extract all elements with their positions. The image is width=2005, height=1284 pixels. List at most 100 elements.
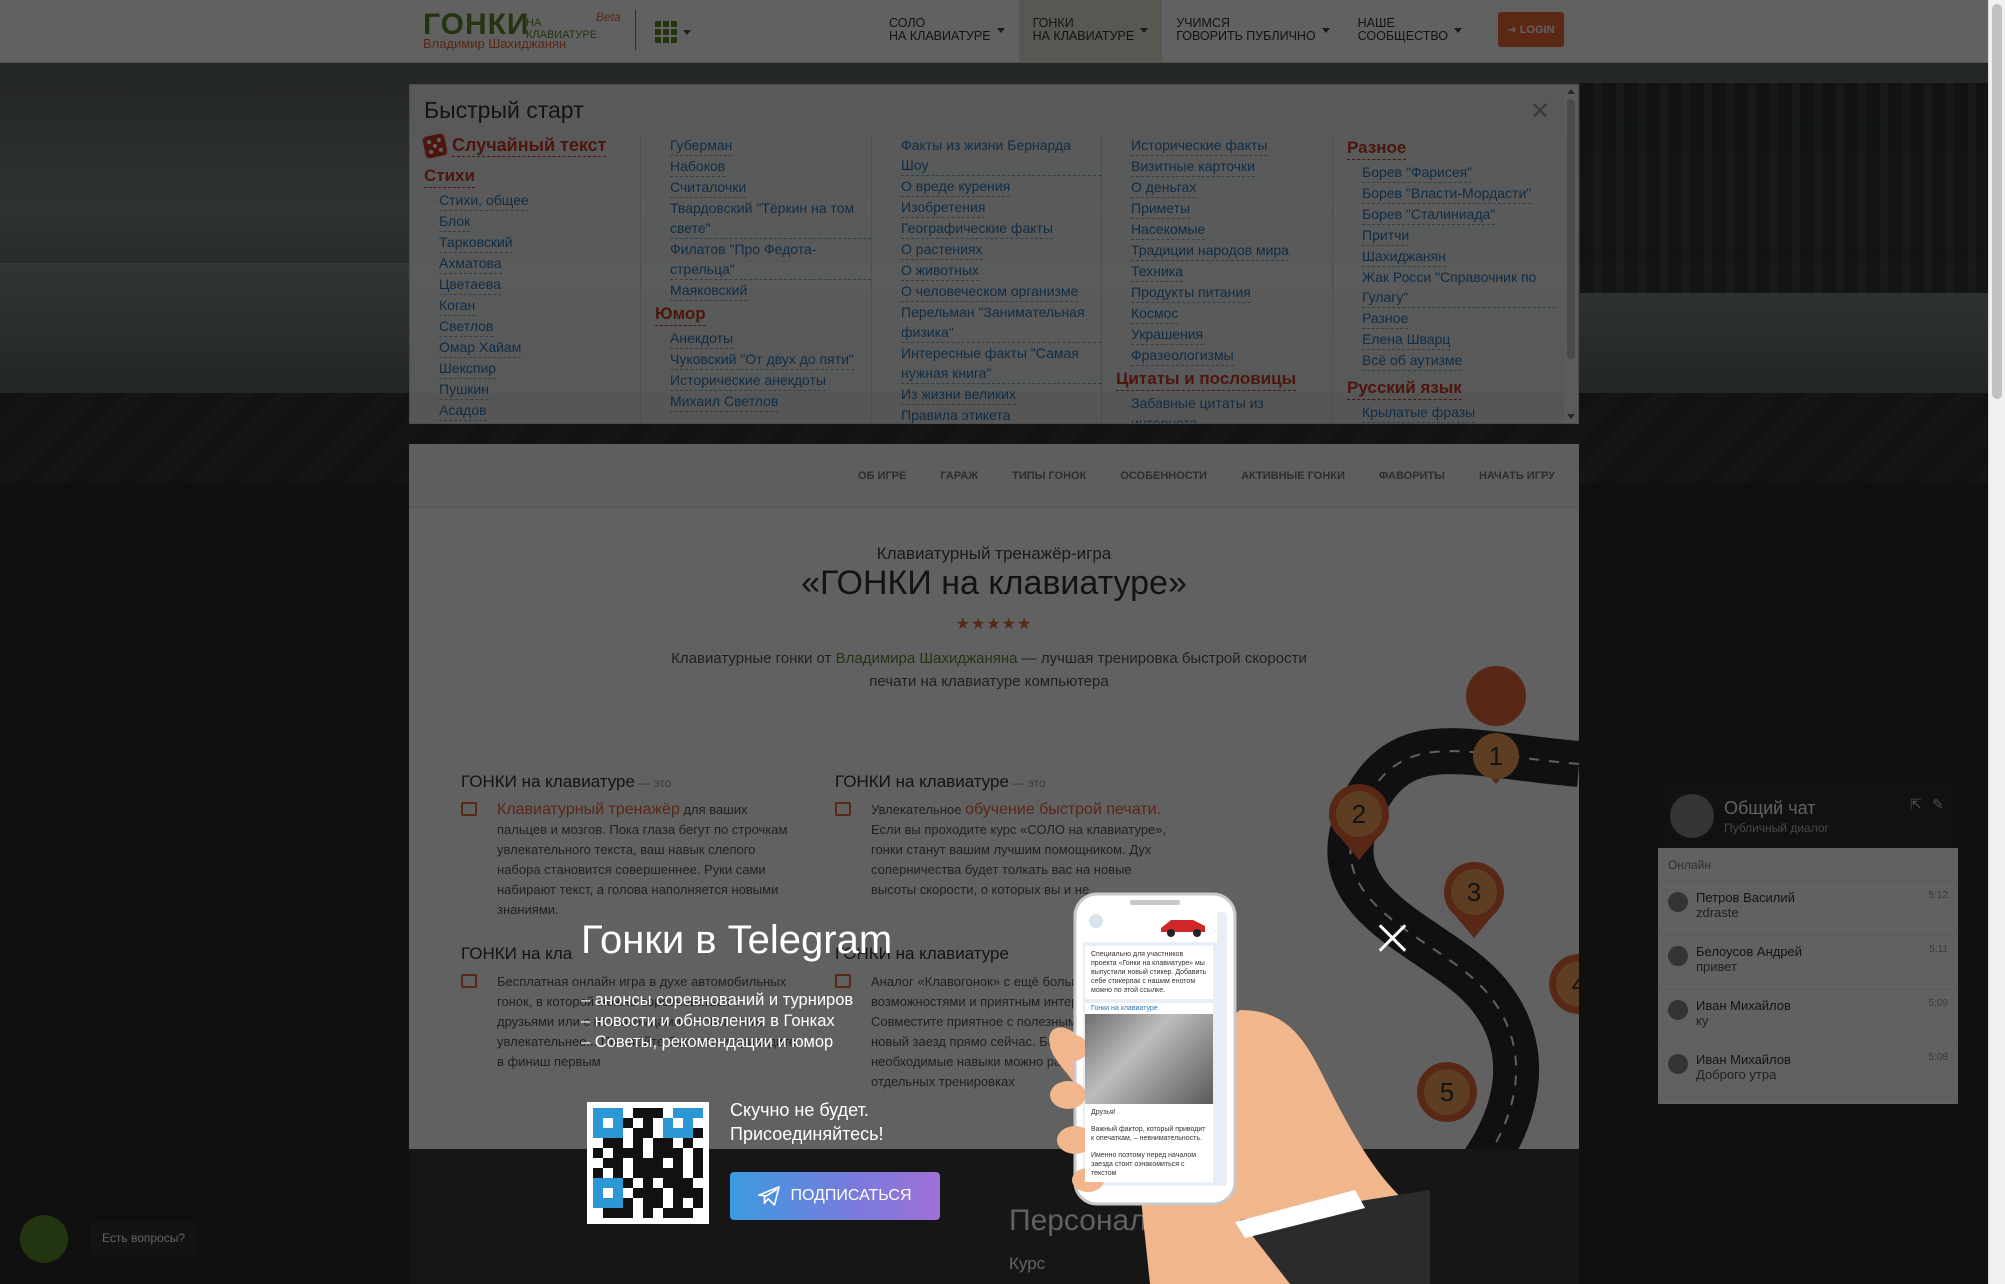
qs-link[interactable]: Всё об аутизме	[1362, 350, 1463, 371]
chat-user[interactable]: Белоусов Андрей	[1696, 944, 1948, 959]
qs-link[interactable]: Ахматова	[439, 253, 502, 274]
qs-link[interactable]: Филатов "Про Федота-стрельца"	[670, 239, 871, 280]
qs-link[interactable]: Елена Шварц	[1362, 329, 1451, 350]
qs-link[interactable]: Блок	[439, 211, 471, 232]
qs-link[interactable]: Разное	[1362, 308, 1409, 329]
qs-link[interactable]: Географические факты	[901, 218, 1053, 239]
menu-gonki[interactable]: ГОНКИ НА КЛАВИАТУРЕ	[1018, 0, 1163, 62]
lead-author-link[interactable]: Владимира Шахиджаняна	[836, 650, 1018, 667]
chat-user[interactable]: Иван Михайлов	[1696, 1052, 1948, 1067]
scroll-up-icon[interactable]	[1567, 89, 1575, 94]
qs-link[interactable]: Жак Росси "Справочник по Гулагу"	[1362, 267, 1556, 308]
section-nav-race-types[interactable]: ТИПЫ ГОНОК	[1012, 470, 1086, 482]
qs-link[interactable]: Тарковский	[439, 232, 513, 253]
qs-link[interactable]: Украшения	[1131, 324, 1204, 345]
category-russian[interactable]: Русский язык	[1347, 377, 1462, 400]
qs-link[interactable]: О вреде курения	[901, 176, 1011, 197]
help-tooltip: Есть вопросы?	[90, 1222, 198, 1256]
qs-link[interactable]: Твардовский "Тёркин на том свете"	[670, 198, 871, 239]
qs-link[interactable]: Перельман "Занимательная физика"	[901, 302, 1101, 343]
qs-link[interactable]: Набоков	[670, 156, 726, 177]
apps-menu-button[interactable]	[655, 18, 700, 46]
qs-link[interactable]: Из жизни великих	[901, 384, 1016, 405]
qs-link[interactable]: Пушкин	[439, 379, 489, 400]
chat-user[interactable]: Петров Василий	[1696, 890, 1948, 905]
qs-link[interactable]: Коган	[439, 295, 476, 316]
section-nav-features[interactable]: ОСОБЕННОСТИ	[1120, 470, 1207, 482]
chat-text: zdraste	[1696, 905, 1739, 920]
login-button[interactable]: ➜ LOGIN	[1498, 12, 1564, 47]
menu-community[interactable]: НАШЕ СООБЩЕСТВО	[1344, 0, 1476, 62]
scroll-thumb[interactable]	[1567, 99, 1575, 359]
random-text-link[interactable]: Случайный текст	[421, 132, 624, 160]
quick-start-close-icon[interactable]: ✕	[1530, 97, 1550, 126]
qs-link[interactable]: Фразеологизмы	[1131, 345, 1234, 366]
category-quotes[interactable]: Цитаты и пословицы	[1116, 368, 1297, 391]
section-nav-favorites[interactable]: ФАВОРИТЫ	[1379, 470, 1445, 482]
qs-link[interactable]: Чуковский "От двух до пяти"	[670, 349, 854, 370]
chat-user[interactable]: Иван Михайлов	[1696, 998, 1948, 1013]
qs-link[interactable]: Факты из жизни Бернарда Шоу	[901, 135, 1101, 176]
scroll-down-icon[interactable]	[1567, 414, 1575, 419]
qs-link[interactable]: Маяковский	[670, 280, 748, 301]
qs-link[interactable]: Продукты питания	[1131, 282, 1251, 303]
qs-link[interactable]: Считалочки	[670, 177, 747, 198]
qs-link[interactable]: Притчи	[1362, 225, 1410, 246]
section-nav-active-races[interactable]: АКТИВНЫЕ ГОНКИ	[1241, 470, 1345, 482]
qs-link[interactable]: Шахиджанян	[1362, 246, 1446, 267]
qs-link[interactable]: Приметы	[1131, 198, 1191, 219]
qs-link[interactable]: Асадов	[439, 400, 487, 421]
section-nav-garage[interactable]: ГАРАЖ	[940, 470, 978, 482]
qs-link[interactable]: Стихи, общее	[439, 190, 529, 211]
menu-solo[interactable]: СОЛО НА КЛАВИАТУРЕ	[875, 0, 1019, 62]
qs-link[interactable]: Борев "Фарисея"	[1362, 162, 1473, 183]
qs-link[interactable]: О деньгах	[1131, 177, 1197, 198]
qr-module	[663, 1128, 673, 1138]
qs-link[interactable]: Исторические анекдоты	[670, 370, 826, 391]
page-scrollbar[interactable]	[1988, 0, 2005, 1284]
qs-link[interactable]: Михаил Светлов	[670, 391, 779, 412]
help-chat-button[interactable]	[20, 1215, 68, 1263]
qs-link[interactable]: Изобретения	[901, 197, 986, 218]
road-marker-4: 4	[1549, 954, 1579, 1014]
subscribe-button[interactable]: ПОДПИСАТЬСЯ	[730, 1172, 940, 1220]
expand-icon[interactable]: ⇱	[1910, 796, 1922, 813]
menu-public-speaking[interactable]: УЧИМСЯ ГОВОРИТЬ ПУБЛИЧНО	[1162, 0, 1343, 62]
qr-module	[683, 1178, 693, 1188]
qs-link[interactable]: Крылатые фразы	[1362, 402, 1476, 423]
section-nav-about[interactable]: ОБ ИГРЕ	[858, 470, 906, 482]
category-poems[interactable]: Стихи	[424, 165, 475, 188]
qs-link[interactable]: Техника	[1131, 261, 1184, 282]
feature-2-accent: обучение быстрой печати.	[965, 801, 1161, 818]
qs-link[interactable]: Борев "Сталиниада"	[1362, 204, 1496, 225]
qs-link[interactable]: Шекспир	[439, 358, 497, 379]
qs-link[interactable]: Интересные факты "Самая нужная книга"	[901, 343, 1101, 384]
qs-link[interactable]: Космос	[1131, 303, 1179, 324]
qs-link[interactable]: Традиции народов мира	[1131, 240, 1289, 261]
qs-link[interactable]: Светлов	[439, 316, 494, 337]
category-misc[interactable]: Разное	[1347, 137, 1407, 160]
site-logo[interactable]: ГОНКИ НА КЛАВИАТУРЕ Beta Владимир Шахидж…	[423, 6, 633, 56]
quick-start-scrollbar[interactable]	[1564, 85, 1578, 423]
qs-link[interactable]: Исторические факты	[1131, 135, 1268, 156]
qs-link[interactable]: Правила этикета	[901, 405, 1010, 423]
edit-icon[interactable]: ✎	[1932, 796, 1944, 813]
qs-link[interactable]: Анекдоты	[670, 328, 734, 349]
qs-link[interactable]: Борев "Власти-Мордасти"	[1362, 183, 1532, 204]
qs-link[interactable]: Визитные карточки	[1131, 156, 1255, 177]
qs-link[interactable]: Насекомые	[1131, 219, 1206, 240]
qr-module	[653, 1158, 663, 1168]
category-humor[interactable]: Юмор	[655, 303, 706, 326]
qs-link[interactable]: Губерман	[670, 135, 733, 156]
qs-link[interactable]: О растениях	[901, 239, 983, 260]
qs-link[interactable]: Омар Хайам	[439, 337, 522, 358]
qs-link[interactable]: Забавные цитаты из интернета	[1131, 393, 1332, 423]
qr-module	[683, 1158, 693, 1168]
section-nav-start[interactable]: НАЧАТЬ ИГРУ	[1479, 470, 1555, 482]
page-scroll-thumb[interactable]	[1992, 4, 2002, 399]
qs-link[interactable]: О животных	[901, 260, 979, 281]
chevron-down-icon	[1454, 28, 1463, 33]
chat-message: Иван Михайлов ку 5:09	[1658, 990, 1958, 1044]
qs-link[interactable]: О человеческом организме	[901, 281, 1079, 302]
qs-link[interactable]: Цветаева	[439, 274, 501, 295]
